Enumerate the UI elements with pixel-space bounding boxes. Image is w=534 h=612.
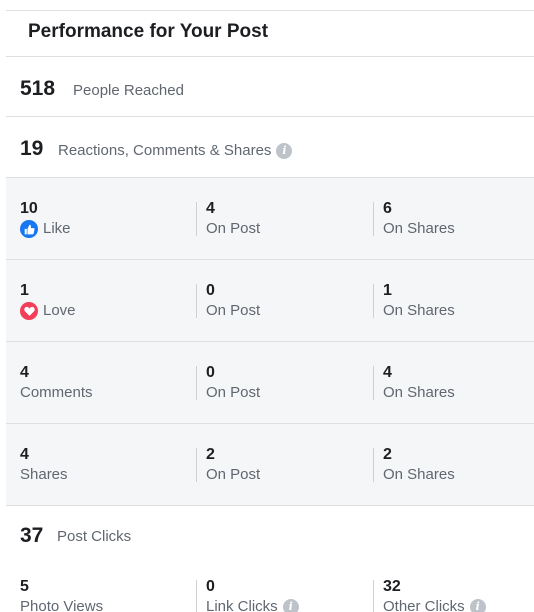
like-cell: 10 Like bbox=[20, 200, 71, 239]
like-on-shares-cell: 6 On Shares bbox=[383, 200, 455, 239]
engagement-value: 19 bbox=[20, 137, 44, 160]
post-clicks-value: 37 bbox=[20, 524, 44, 547]
post-clicks-section: 37 Post Clicks 5 Photo Views 0 Link Clic… bbox=[6, 506, 534, 612]
engagement-label-wrap: Reactions, Comments & Shares i bbox=[58, 142, 293, 159]
breakdown-row-shares: 4 Shares 2 On Post 2 On Shares bbox=[6, 424, 534, 506]
post-performance-card: Performance for Your Post 518 People Rea… bbox=[6, 10, 534, 612]
like-on-post-cell: 4 On Post bbox=[206, 200, 260, 239]
love-label-wrap: Love bbox=[20, 301, 76, 321]
breakdown-row-comments: 4 Comments 0 On Post 4 On Shares bbox=[6, 342, 534, 424]
shares-on-post-label: On Post bbox=[206, 466, 261, 483]
like-on-shares-label: On Shares bbox=[383, 220, 455, 237]
shares-on-shares-value: 2 bbox=[383, 446, 392, 463]
engagement-metric: 19 Reactions, Comments & Shares i bbox=[6, 118, 534, 178]
love-on-post-cell: 0 On Post bbox=[206, 282, 260, 321]
engagement-label: Reactions, Comments & Shares bbox=[58, 142, 272, 159]
card-header: Performance for Your Post bbox=[6, 11, 534, 57]
comments-on-shares-cell: 4 On Shares bbox=[383, 364, 455, 403]
photo-views-label: Photo Views bbox=[20, 598, 104, 612]
love-on-shares-label: On Shares bbox=[383, 302, 455, 319]
column-divider bbox=[196, 580, 197, 612]
post-clicks-label: Post Clicks bbox=[57, 528, 132, 545]
shares-count: 4 bbox=[20, 446, 29, 463]
column-divider bbox=[373, 580, 374, 612]
link-clicks-label-wrap: Link Clicks i bbox=[206, 597, 299, 612]
breakdown-row-like: 10 Like 4 On Post 6 On Shares bbox=[6, 178, 534, 260]
other-clicks-label: Other Clicks bbox=[383, 598, 465, 612]
comments-count: 4 bbox=[20, 364, 29, 381]
like-on-post-label: On Post bbox=[206, 220, 261, 237]
column-divider bbox=[373, 284, 374, 318]
comments-on-post-cell: 0 On Post bbox=[206, 364, 260, 403]
love-on-post-label: On Post bbox=[206, 302, 261, 319]
column-divider bbox=[196, 448, 197, 482]
like-icon bbox=[20, 220, 38, 238]
shares-on-post-cell: 2 On Post bbox=[206, 446, 260, 485]
thumbs-up-glyph bbox=[24, 224, 35, 234]
comments-label: Comments bbox=[20, 384, 93, 401]
card-title: Performance for Your Post bbox=[28, 21, 269, 42]
breakdown-row-love: 1 Love 0 On Post 1 On Shares bbox=[6, 260, 534, 342]
shares-on-post-value: 2 bbox=[206, 446, 215, 463]
love-on-post-value: 0 bbox=[206, 282, 215, 299]
other-clicks-cell: 32 Other Clicks i bbox=[383, 578, 486, 612]
other-clicks-label-wrap: Other Clicks i bbox=[383, 597, 486, 612]
love-on-shares-cell: 1 On Shares bbox=[383, 282, 455, 321]
like-on-post-value: 4 bbox=[206, 200, 215, 217]
reaction-breakdown: 10 Like 4 On Post 6 On Shares 1 Love 0 O… bbox=[6, 178, 534, 506]
link-clicks-value: 0 bbox=[206, 578, 215, 595]
column-divider bbox=[373, 366, 374, 400]
comments-on-post-label: On Post bbox=[206, 384, 261, 401]
shares-on-shares-cell: 2 On Shares bbox=[383, 446, 455, 485]
like-on-shares-value: 6 bbox=[383, 200, 392, 217]
column-divider bbox=[373, 448, 374, 482]
shares-on-shares-label: On Shares bbox=[383, 466, 455, 483]
info-icon[interactable]: i bbox=[469, 599, 486, 612]
reach-label: People Reached bbox=[73, 82, 184, 99]
comments-on-shares-value: 4 bbox=[383, 364, 392, 381]
reach-metric: 518 People Reached bbox=[6, 58, 534, 117]
love-cell: 1 Love bbox=[20, 282, 76, 321]
love-on-shares-value: 1 bbox=[383, 282, 392, 299]
comments-cell: 4 Comments bbox=[20, 364, 93, 403]
like-label: Like bbox=[43, 220, 71, 237]
shares-cell: 4 Shares bbox=[20, 446, 68, 485]
heart-glyph bbox=[23, 306, 35, 316]
love-count: 1 bbox=[20, 282, 29, 299]
reach-value: 518 bbox=[20, 77, 56, 100]
comments-on-shares-label: On Shares bbox=[383, 384, 455, 401]
info-icon[interactable]: i bbox=[276, 142, 293, 159]
column-divider bbox=[196, 366, 197, 400]
like-count: 10 bbox=[20, 200, 38, 217]
comments-on-post-value: 0 bbox=[206, 364, 215, 381]
like-label-wrap: Like bbox=[20, 219, 71, 239]
link-clicks-cell: 0 Link Clicks i bbox=[206, 578, 299, 612]
other-clicks-value: 32 bbox=[383, 578, 401, 595]
info-icon[interactable]: i bbox=[282, 599, 299, 612]
love-label: Love bbox=[43, 302, 76, 319]
column-divider bbox=[373, 202, 374, 236]
photo-views-value: 5 bbox=[20, 578, 29, 595]
link-clicks-label: Link Clicks bbox=[206, 598, 278, 612]
column-divider bbox=[196, 284, 197, 318]
love-icon bbox=[20, 302, 38, 320]
photo-views-cell: 5 Photo Views bbox=[20, 578, 103, 612]
shares-label: Shares bbox=[20, 466, 68, 483]
column-divider bbox=[196, 202, 197, 236]
